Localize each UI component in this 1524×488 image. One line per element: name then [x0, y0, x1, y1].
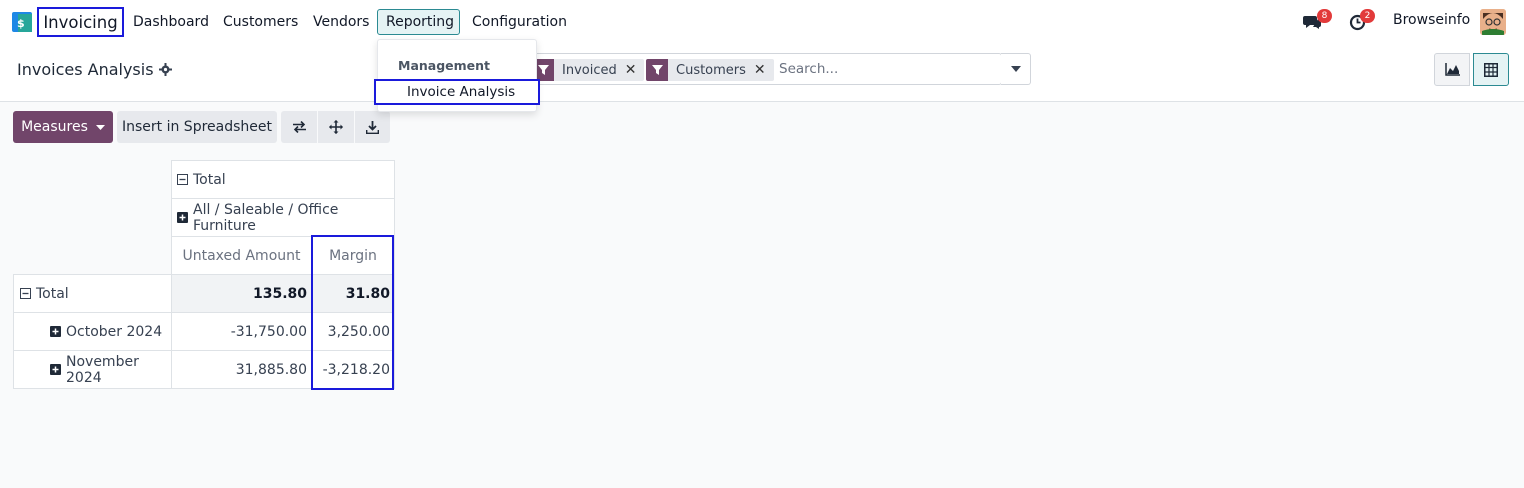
- insert-spreadsheet-button[interactable]: Insert in Spreadsheet: [117, 111, 277, 143]
- row-header-november[interactable]: November 2024: [13, 350, 172, 389]
- col-header-group[interactable]: All / Saleable / Office Furniture: [171, 198, 395, 237]
- filter-icon: [646, 59, 668, 81]
- row-label: November 2024: [66, 353, 139, 386]
- collapse-icon: [177, 174, 188, 185]
- close-icon[interactable]: ✕: [754, 62, 774, 78]
- expand-all-button[interactable]: [318, 111, 354, 143]
- app-name[interactable]: Invoicing: [37, 7, 124, 37]
- search-options-toggle[interactable]: [1001, 53, 1031, 85]
- page-title-wrap: Invoices Analysis: [17, 60, 172, 79]
- download-button[interactable]: [355, 111, 390, 143]
- messages-button[interactable]: 8: [1302, 9, 1332, 32]
- search-input[interactable]: [779, 58, 989, 80]
- graph-view-button[interactable]: [1434, 53, 1470, 86]
- measure-header-margin[interactable]: Margin: [311, 236, 395, 275]
- flip-axis-button[interactable]: [281, 111, 317, 143]
- row-label: October 2024: [66, 323, 163, 340]
- user-avatar[interactable]: [1480, 9, 1506, 35]
- pivot-view-button[interactable]: [1473, 53, 1509, 86]
- cell-total-margin[interactable]: 31.80: [311, 274, 395, 313]
- search-bar: Invoiced ✕ Customers ✕: [530, 53, 1002, 85]
- measure-header-untaxed[interactable]: Untaxed Amount: [171, 236, 312, 275]
- row-header-october[interactable]: October 2024: [13, 312, 172, 351]
- reporting-dropdown: Management Invoice Analysis: [374, 39, 540, 112]
- expand-icon: [50, 364, 61, 375]
- menu-configuration[interactable]: Configuration: [472, 9, 567, 35]
- row-header-total[interactable]: Total: [13, 274, 172, 313]
- area-chart-icon: [1444, 63, 1460, 76]
- dropdown-section-header: Management: [398, 58, 491, 73]
- close-icon[interactable]: ✕: [625, 62, 645, 78]
- facet-invoiced: Invoiced ✕: [532, 59, 645, 81]
- svg-text:$: $: [17, 17, 25, 30]
- col-header-total-label: Total: [193, 171, 226, 188]
- gear-icon[interactable]: [158, 63, 172, 76]
- activities-count-badge: 2: [1360, 9, 1375, 23]
- col-header-group-label: All / Saleable / Office Furniture: [193, 201, 339, 234]
- page-title: Invoices Analysis: [17, 60, 154, 79]
- user-name[interactable]: Browseinfo: [1393, 12, 1470, 28]
- expand-icon: [50, 326, 61, 337]
- menu-vendors[interactable]: Vendors: [313, 9, 369, 35]
- arrows-icon: [329, 120, 343, 134]
- facet-label: Customers: [676, 62, 746, 78]
- caret-down-icon: [95, 124, 105, 130]
- menu-dashboard[interactable]: Dashboard: [133, 9, 209, 35]
- messages-count-badge: 8: [1317, 9, 1332, 23]
- measures-button[interactable]: Measures: [13, 111, 113, 143]
- app-logo-icon[interactable]: $: [12, 12, 32, 32]
- facet-customers: Customers ✕: [646, 59, 774, 81]
- expand-icon: [177, 212, 188, 223]
- menu-reporting[interactable]: Reporting: [377, 9, 460, 35]
- cell-october-untaxed[interactable]: -31,750.00: [171, 312, 312, 351]
- download-icon: [366, 120, 379, 134]
- measures-label: Measures: [21, 119, 88, 135]
- cell-total-untaxed[interactable]: 135.80: [171, 274, 312, 313]
- cell-november-untaxed[interactable]: 31,885.80: [171, 350, 312, 389]
- cell-october-margin[interactable]: 3,250.00: [311, 312, 395, 351]
- collapse-icon: [20, 288, 31, 299]
- cell-november-margin[interactable]: -3,218.20: [311, 350, 395, 389]
- menu-customers[interactable]: Customers: [223, 9, 298, 35]
- col-header-total[interactable]: Total: [171, 160, 395, 199]
- exchange-icon: [292, 121, 306, 133]
- table-icon: [1484, 62, 1498, 77]
- caret-down-icon: [1010, 66, 1021, 72]
- facet-label: Invoiced: [562, 62, 617, 78]
- menu-item-invoice-analysis[interactable]: Invoice Analysis: [374, 79, 540, 105]
- row-label: Total: [36, 285, 69, 302]
- activities-button[interactable]: 2: [1347, 9, 1375, 32]
